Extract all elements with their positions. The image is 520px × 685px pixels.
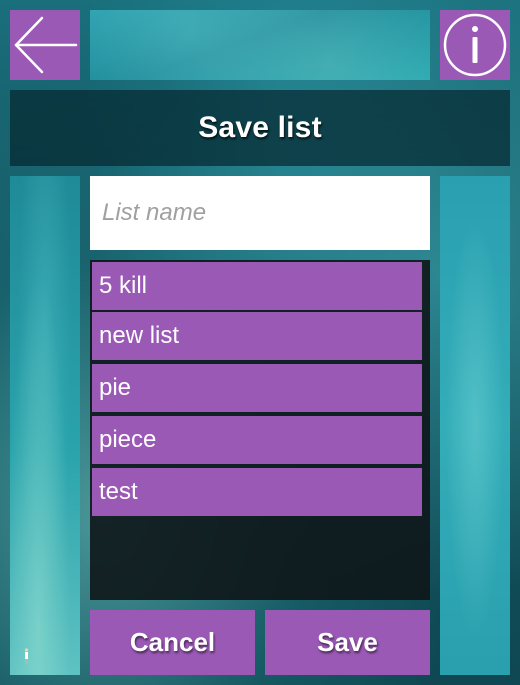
background-panel-top [90, 10, 430, 80]
list-name-input[interactable] [90, 176, 430, 250]
info-button[interactable] [440, 10, 510, 80]
save-button[interactable]: Save [265, 610, 430, 675]
list-item-label: 5 kill [99, 272, 148, 299]
list-item-label: new list [99, 322, 180, 349]
app-screen: Save list 5 kill new list pie piece test… [0, 0, 520, 685]
list-item[interactable]: test [92, 468, 422, 516]
title-bar: Save list [10, 90, 510, 166]
list-item[interactable]: new list [92, 312, 422, 360]
list-item-label: piece [99, 426, 157, 453]
beach-figure [24, 648, 29, 664]
cancel-button[interactable]: Cancel [90, 610, 255, 675]
background-panel-right [440, 176, 510, 675]
list-item[interactable]: pie [92, 364, 422, 412]
page-title: Save list [198, 111, 322, 144]
cancel-button-label: Cancel [129, 627, 216, 657]
background-panel-left [10, 176, 80, 675]
info-icon [443, 13, 507, 77]
list-name-field-container [90, 176, 430, 250]
list-item[interactable]: piece [92, 416, 422, 464]
arrow-left-icon [14, 16, 78, 74]
save-button-label: Save [317, 627, 378, 657]
list-item-label: pie [99, 374, 132, 401]
back-button[interactable] [10, 10, 80, 80]
list-item-label: test [99, 478, 138, 505]
list-item[interactable]: 5 kill [92, 262, 422, 310]
saved-lists: 5 kill new list pie piece test [90, 260, 430, 600]
